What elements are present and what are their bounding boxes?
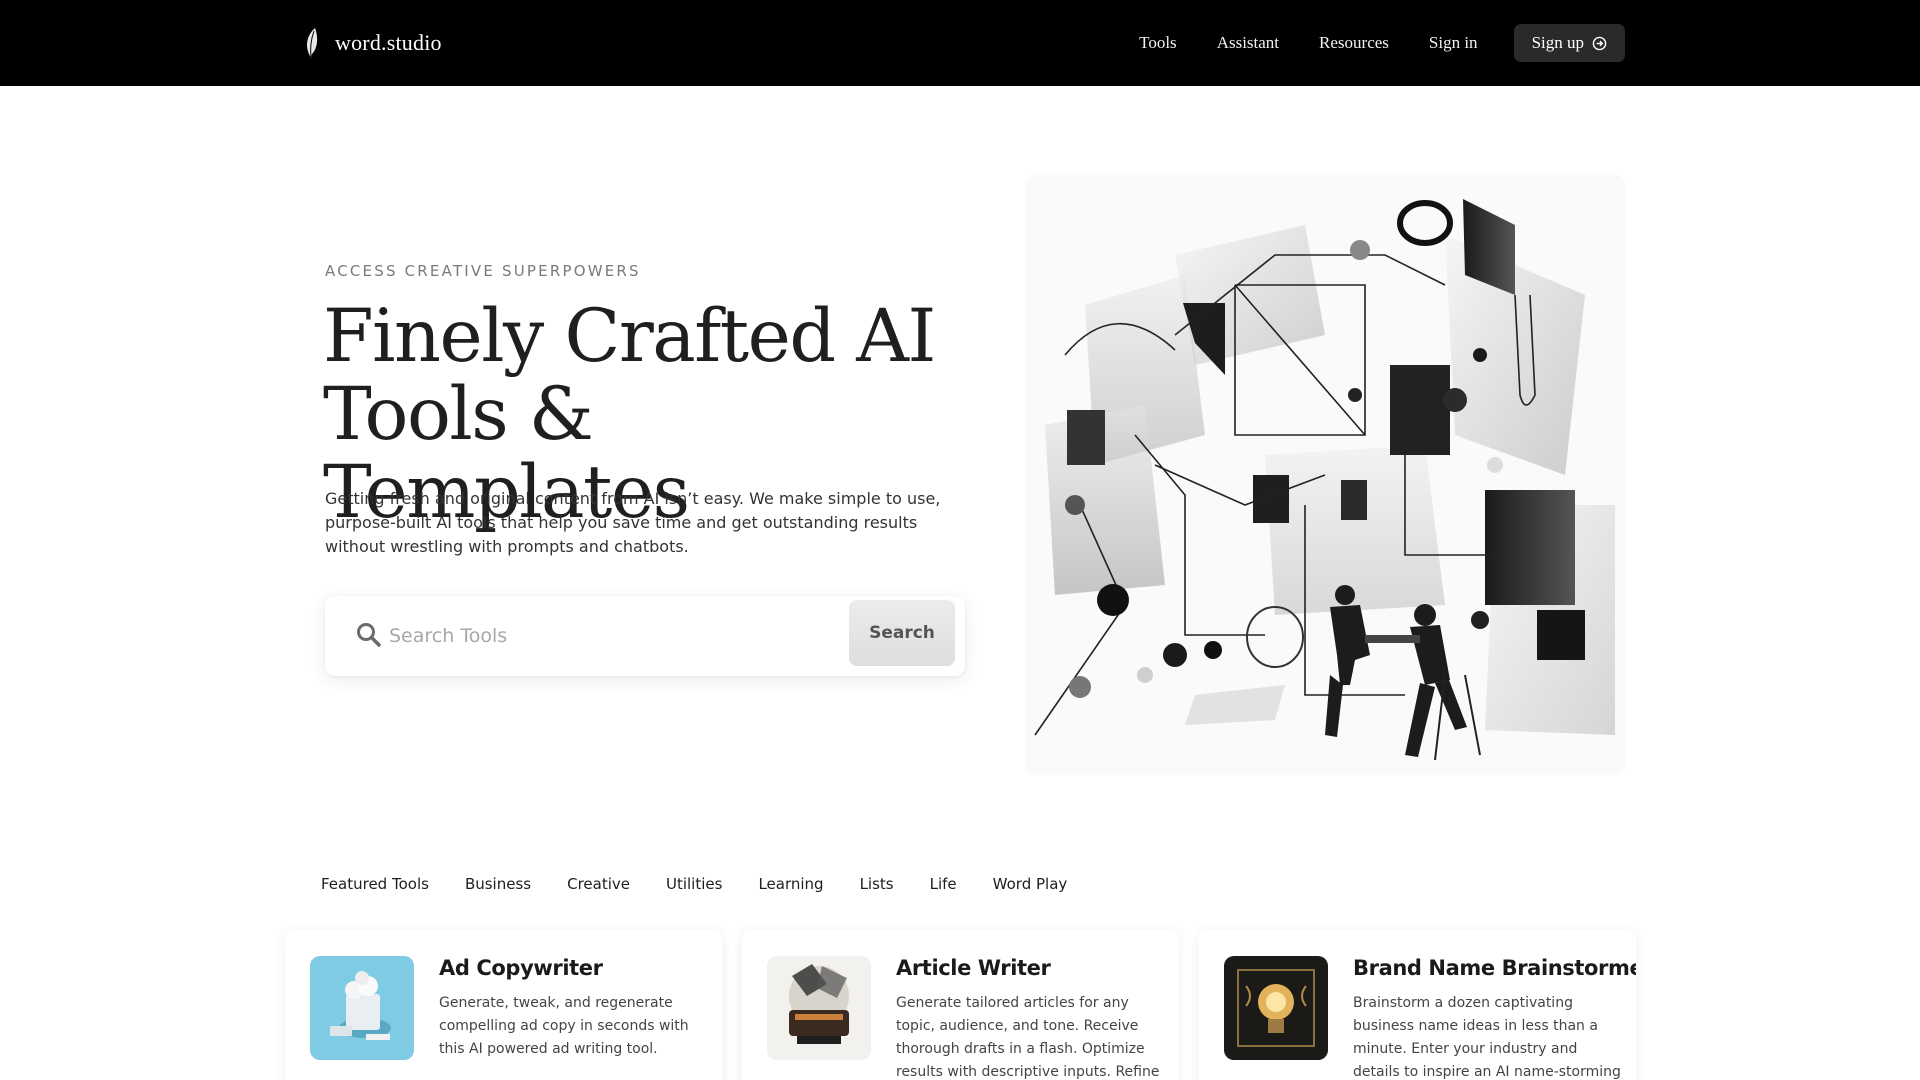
sign-up-label: Sign up <box>1531 33 1584 52</box>
card-description: Brainstorm a dozen captivating business … <box>1353 995 1621 1080</box>
typewriter-image <box>789 964 849 1044</box>
nav-tools[interactable]: Tools <box>1139 33 1177 53</box>
tab-utilities[interactable]: Utilities <box>666 875 722 899</box>
search-button[interactable]: Search <box>849 600 955 666</box>
nav-resources[interactable]: Resources <box>1319 33 1389 53</box>
tab-business[interactable]: Business <box>465 875 531 899</box>
lightbulb-image <box>1237 969 1315 1047</box>
abstract-collage-illustration <box>1034 199 1615 761</box>
tab-lists[interactable]: Lists <box>860 875 894 899</box>
search-input[interactable] <box>389 616 829 656</box>
search-icon <box>357 623 381 647</box>
top-navigation-bar: word.studio Tools Assistant Resources Si… <box>0 0 1920 86</box>
tab-life[interactable]: Life <box>930 875 957 899</box>
card-description: Generate tailored articles for any topic… <box>896 995 1160 1080</box>
brand-name-brainstormer-thumbnail <box>1224 956 1328 1060</box>
trash-can-papers-image <box>330 971 391 1040</box>
category-tabs: Featured Tools Business Creative Utiliti… <box>321 875 1067 899</box>
card-title: Ad Copywriter <box>439 956 603 980</box>
tool-cards: Ad Copywriter Generate, tweak, and regen… <box>285 930 1636 1080</box>
arrow-circle-icon <box>1592 36 1607 50</box>
tool-card-ad-copywriter[interactable]: Ad Copywriter Generate, tweak, and regen… <box>285 930 722 1080</box>
tool-card-brand-name-brainstormer[interactable]: Brand Name Brainstormer Brainstorm a doz… <box>1199 930 1636 1080</box>
brand[interactable]: word.studio <box>303 24 442 62</box>
sign-up-button[interactable]: Sign up <box>1513 24 1625 62</box>
card-title: Article Writer <box>896 956 1051 980</box>
nav-sign-in[interactable]: Sign in <box>1429 33 1478 53</box>
hero-illustration <box>1025 175 1625 775</box>
nav-assistant[interactable]: Assistant <box>1217 33 1279 53</box>
tab-word-play[interactable]: Word Play <box>993 875 1068 899</box>
tab-learning[interactable]: Learning <box>758 875 823 899</box>
card-title: Brand Name Brainstormer <box>1353 956 1636 980</box>
tool-search-box: Search <box>325 596 965 676</box>
tool-card-article-writer[interactable]: Article Writer Generate tailored article… <box>742 930 1179 1080</box>
main-nav: Tools Assistant Resources Sign in Sign u… <box>1099 24 1625 62</box>
tab-featured-tools[interactable]: Featured Tools <box>321 875 429 899</box>
article-writer-thumbnail <box>767 956 871 1060</box>
card-description: Generate, tweak, and regenerate compelli… <box>439 995 689 1057</box>
brand-name: word.studio <box>335 30 442 55</box>
hero-description: Getting fresh and original content from … <box>325 489 941 556</box>
tab-creative[interactable]: Creative <box>567 875 630 899</box>
hero-eyebrow: ACCESS CREATIVE SUPERPOWERS <box>325 262 641 280</box>
ad-copywriter-thumbnail <box>310 956 414 1060</box>
quill-logo-icon <box>307 28 318 58</box>
